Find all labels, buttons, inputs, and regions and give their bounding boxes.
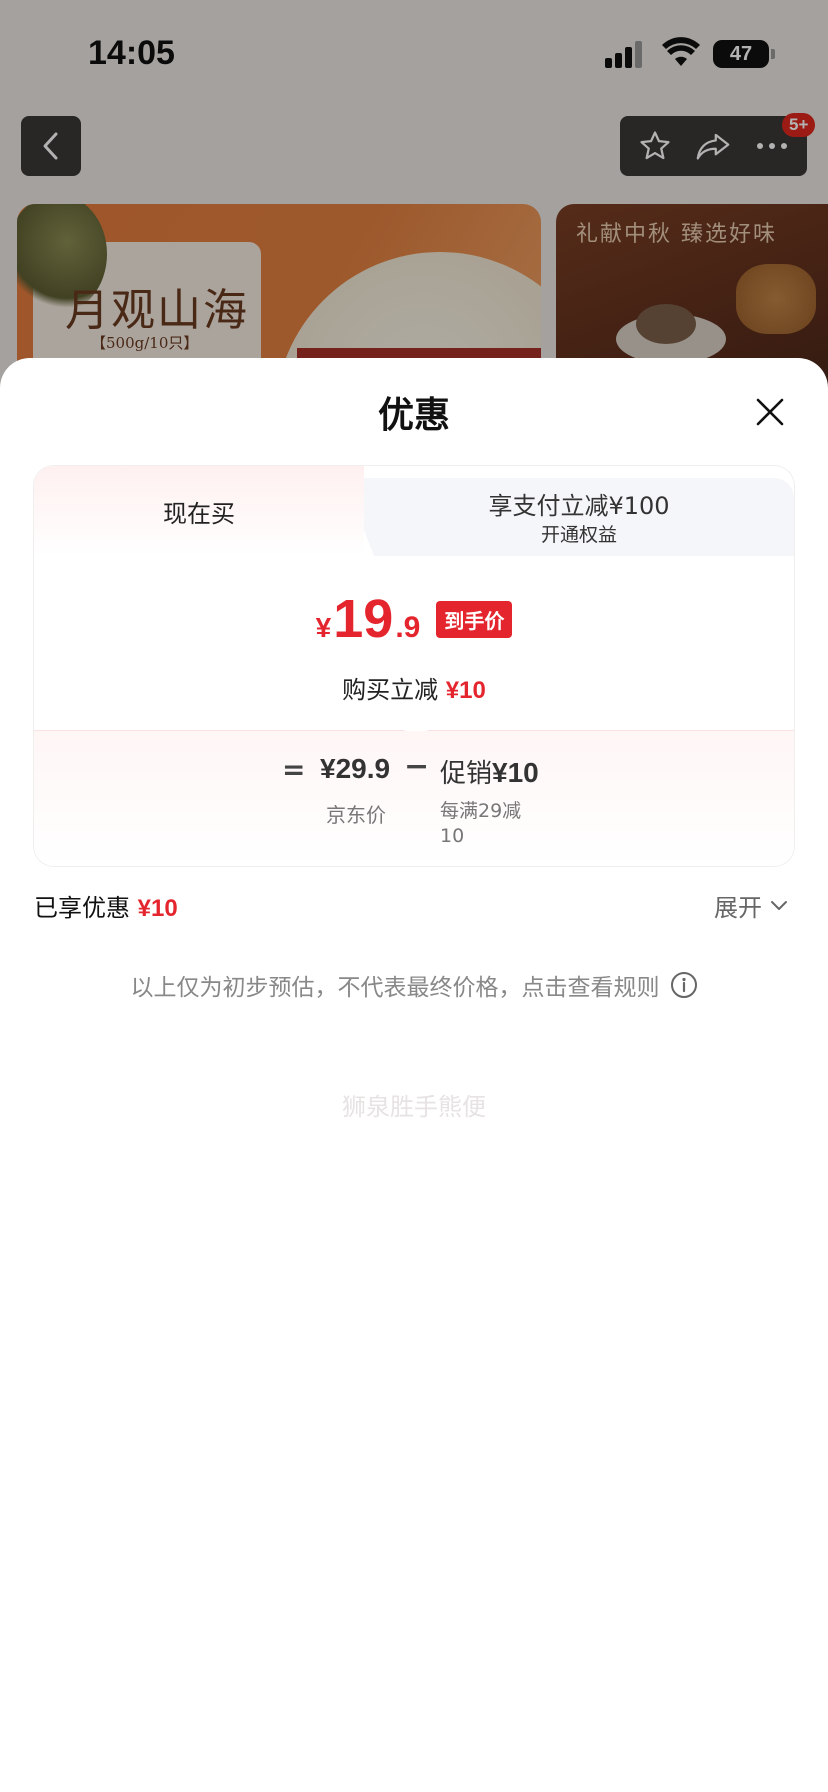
reduction-label: 购买立减 bbox=[342, 676, 439, 704]
enjoyed-amount: ¥10 bbox=[137, 895, 178, 922]
enjoyed-discount: 已享优惠 ¥10 bbox=[34, 888, 178, 923]
reduction-amount: ¥10 bbox=[445, 677, 486, 704]
modal-dim-overlay[interactable] bbox=[0, 0, 828, 420]
minus-sign: − bbox=[404, 749, 430, 784]
jd-price-label: 京东价 bbox=[326, 803, 386, 827]
expand-label: 展开 bbox=[714, 894, 762, 922]
price-card: 享支付立减¥100 开通权益 现在买 ¥ 19 .9 到手价 购买立减 ¥10 … bbox=[34, 466, 794, 1121]
price-breakdown: = ¥29.9 京东价 − 促销¥10 每满29减10 狮泉胜手熊便 bbox=[34, 719, 794, 1121]
promo-description: 每满29减10 bbox=[440, 800, 522, 847]
info-icon[interactable] bbox=[670, 971, 698, 999]
tab-pay-discount-sublabel: 开通权益 bbox=[540, 524, 617, 546]
close-icon bbox=[756, 398, 784, 426]
disclaimer-text: 以上仅为初步预估，不代表最终价格，点击查看规则 bbox=[130, 975, 660, 1001]
final-price: ¥ 19 .9 到手价 bbox=[34, 588, 794, 650]
final-price-tag: 到手价 bbox=[436, 600, 513, 638]
breakdown-notch bbox=[404, 719, 428, 731]
price-disclaimer[interactable]: 以上仅为初步预估，不代表最终价格，点击查看规则 bbox=[0, 968, 828, 1002]
jd-price: ¥29.9 bbox=[320, 753, 391, 784]
promo-discount: 促销¥10 bbox=[440, 753, 539, 790]
price-currency: ¥ bbox=[315, 612, 332, 643]
equals-sign: = bbox=[282, 753, 306, 786]
tab-buy-now[interactable]: 现在买 bbox=[34, 466, 364, 556]
tab-buy-now-label: 现在买 bbox=[163, 499, 235, 528]
tab-pay-discount-label: 享支付立减¥100 bbox=[488, 492, 670, 520]
promo-label: 促销 bbox=[440, 759, 493, 789]
purchase-reduction: 购买立减 ¥10 bbox=[34, 670, 794, 705]
sheet-title: 优惠 bbox=[377, 395, 450, 436]
enjoyed-label: 已享优惠 bbox=[34, 894, 130, 922]
price-decimal: .9 bbox=[395, 611, 421, 644]
price-integer: 19 bbox=[333, 589, 394, 649]
close-button[interactable] bbox=[748, 390, 792, 434]
expand-button[interactable]: 展开 bbox=[714, 888, 788, 923]
watermark: 狮泉胜手熊便 bbox=[342, 1093, 486, 1121]
discount-sheet: 优惠 享支付立减¥100 开通权益 现在买 ¥ 19 .9 到手价 购买立减 ¥… bbox=[0, 358, 828, 1792]
chevron-down-icon bbox=[771, 900, 787, 910]
tab-pay-discount[interactable]: 享支付立减¥100 开通权益 bbox=[344, 478, 794, 556]
promo-amount: ¥10 bbox=[492, 757, 539, 788]
